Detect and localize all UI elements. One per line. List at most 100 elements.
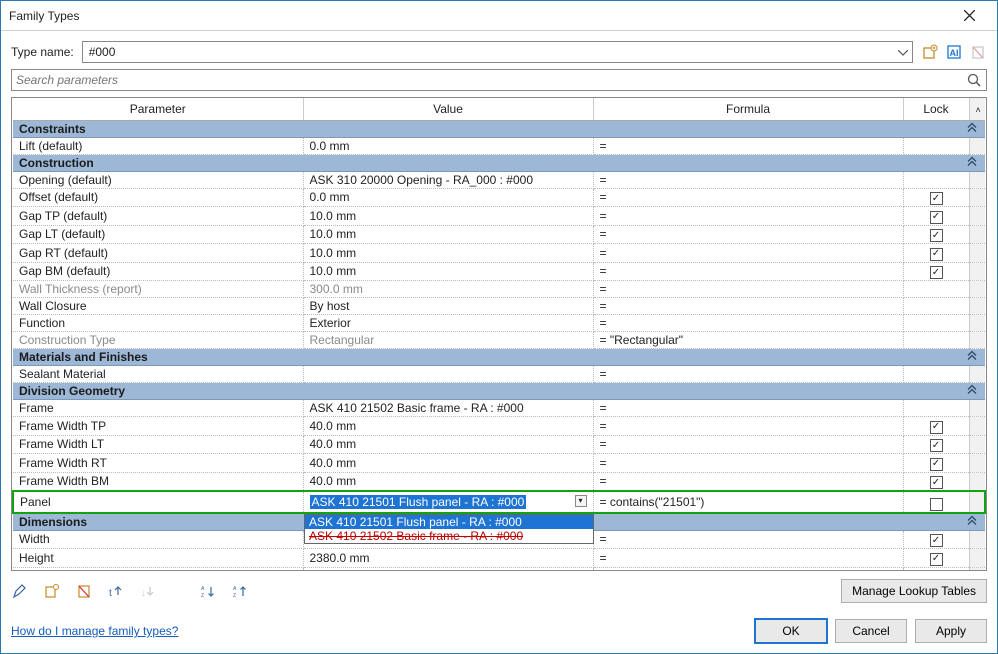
type-name-combo[interactable]: #000	[82, 41, 913, 63]
edit-parameter-icon[interactable]	[11, 582, 29, 600]
value-cell[interactable]: ASK 410 21501 Flush panel - RA : #000▾	[303, 491, 593, 513]
table-row[interactable]: FunctionExterior=	[13, 315, 985, 332]
value-cell[interactable]: 10.0 mm	[303, 225, 593, 244]
value-cell[interactable]: Exterior	[303, 315, 593, 332]
lock-checkbox[interactable]: ✓	[930, 266, 943, 279]
param-cell[interactable]: Wall Thickness (report)	[13, 281, 303, 298]
help-link[interactable]: How do I manage family types?	[11, 624, 178, 638]
col-value[interactable]: Value	[303, 98, 593, 120]
lock-checkbox[interactable]: ✓	[930, 192, 943, 205]
param-cell[interactable]: Gap TP (default)	[13, 207, 303, 226]
table-row[interactable]: Sealant Material=	[13, 366, 985, 383]
formula-cell[interactable]: =	[593, 207, 903, 226]
param-cell[interactable]: Lift (default)	[13, 137, 303, 154]
delete-parameter-icon[interactable]	[75, 582, 93, 600]
formula-cell[interactable]: = contains("21501")	[593, 491, 903, 513]
col-lock[interactable]: Lock	[903, 98, 969, 120]
group-header[interactable]: Constraints	[13, 120, 985, 137]
new-parameter-icon[interactable]	[43, 582, 61, 600]
lock-checkbox[interactable]	[930, 498, 943, 511]
value-cell[interactable]: 100.0 mm	[303, 567, 593, 571]
value-cell[interactable]	[303, 366, 593, 383]
table-row[interactable]: Frame Width RT40.0 mm=✓	[13, 454, 985, 473]
lock-cell[interactable]	[903, 171, 969, 188]
move-up-icon[interactable]: t	[107, 582, 125, 600]
lock-cell[interactable]: ✓	[903, 417, 969, 436]
param-cell[interactable]: Wall Closure	[13, 298, 303, 315]
lock-checkbox[interactable]: ✓	[930, 534, 943, 547]
lock-cell[interactable]	[903, 366, 969, 383]
value-cell[interactable]: ASK 310 20000 Opening - RA_000 : #000	[303, 171, 593, 188]
value-cell[interactable]: ASK 410 21502 Basic frame - RA : #000	[303, 400, 593, 417]
sort-descending-icon[interactable]: AZ	[231, 582, 249, 600]
table-row[interactable]: Gap LT (default)10.0 mm=✓	[13, 225, 985, 244]
value-cell[interactable]: 10.0 mm	[303, 244, 593, 263]
formula-cell[interactable]: =	[593, 225, 903, 244]
cancel-button[interactable]: Cancel	[835, 619, 907, 643]
value-cell[interactable]: 10.0 mm	[303, 207, 593, 226]
formula-cell[interactable]: =	[593, 454, 903, 473]
value-cell[interactable]: By host	[303, 298, 593, 315]
dropdown-item[interactable]: ASK 410 21502 Basic frame - RA : #000	[305, 529, 593, 543]
formula-cell[interactable]: = "Rectangular"	[593, 332, 903, 349]
formula-cell[interactable]: =	[593, 417, 903, 436]
group-header[interactable]: Construction	[13, 154, 985, 171]
formula-cell[interactable]: =	[593, 472, 903, 491]
lock-cell[interactable]	[903, 298, 969, 315]
lock-cell[interactable]	[903, 281, 969, 298]
formula-cell[interactable]: =	[593, 188, 903, 207]
collapse-icon[interactable]	[967, 515, 977, 528]
param-cell[interactable]: Height	[13, 549, 303, 568]
lock-cell[interactable]: ✓	[903, 472, 969, 491]
lock-checkbox[interactable]: ✓	[930, 553, 943, 566]
table-row[interactable]: Lift (default)0.0 mm=	[13, 137, 985, 154]
lock-cell[interactable]: ✓	[903, 262, 969, 281]
table-row[interactable]: Wall ClosureBy host=	[13, 298, 985, 315]
scroll-up-stub[interactable]: ˄	[969, 98, 985, 120]
param-cell[interactable]: Construction Type	[13, 332, 303, 349]
lock-cell[interactable]	[903, 491, 969, 513]
lock-checkbox[interactable]: ✓	[930, 458, 943, 471]
table-row[interactable]: Frame Width BM40.0 mm=✓	[13, 472, 985, 491]
table-row[interactable]: Gap TP (default)10.0 mm= ✓	[13, 207, 985, 226]
formula-cell[interactable]: =	[593, 262, 903, 281]
formula-cell[interactable]: =	[593, 315, 903, 332]
formula-cell[interactable]: =	[593, 171, 903, 188]
close-button[interactable]	[949, 2, 989, 30]
value-dropdown[interactable]: ASK 410 21501 Flush panel - RA : #000ASK…	[304, 514, 594, 544]
new-type-icon[interactable]: ✶	[921, 43, 939, 61]
param-cell[interactable]: Depth	[13, 567, 303, 571]
param-cell[interactable]: Gap LT (default)	[13, 225, 303, 244]
lock-cell[interactable]: ✓	[903, 567, 969, 571]
lock-cell[interactable]	[903, 332, 969, 349]
lock-cell[interactable]: ✓	[903, 435, 969, 454]
table-row[interactable]: FrameASK 410 21502 Basic frame - RA : #0…	[13, 400, 985, 417]
col-formula[interactable]: Formula	[593, 98, 903, 120]
formula-cell[interactable]: =	[593, 530, 903, 549]
param-cell[interactable]: Gap RT (default)	[13, 244, 303, 263]
value-cell[interactable]: 0.0 mm	[303, 137, 593, 154]
value-cell[interactable]: 40.0 mm	[303, 454, 593, 473]
chevron-down-icon[interactable]: ▾	[575, 495, 587, 507]
lock-cell[interactable]	[903, 315, 969, 332]
value-cell[interactable]: 40.0 mm	[303, 472, 593, 491]
collapse-icon[interactable]	[967, 351, 977, 364]
value-cell[interactable]: 40.0 mm	[303, 435, 593, 454]
rename-type-icon[interactable]: AI	[945, 43, 963, 61]
formula-cell[interactable]: =	[593, 435, 903, 454]
table-row[interactable]: Gap RT (default)10.0 mm=✓	[13, 244, 985, 263]
value-cell[interactable]: 2380.0 mm	[303, 549, 593, 568]
table-row[interactable]: Offset (default)0.0 mm=✓	[13, 188, 985, 207]
param-cell[interactable]: Function	[13, 315, 303, 332]
lock-checkbox[interactable]: ✓	[930, 211, 943, 224]
move-down-icon[interactable]: ↓	[139, 582, 157, 600]
collapse-icon[interactable]	[967, 156, 977, 169]
param-cell[interactable]: Offset (default)	[13, 188, 303, 207]
table-row[interactable]: Wall Thickness (report)300.0 mm=	[13, 281, 985, 298]
lock-checkbox[interactable]: ✓	[930, 476, 943, 489]
col-parameter[interactable]: Parameter	[13, 98, 303, 120]
manage-lookup-tables-button[interactable]: Manage Lookup Tables	[841, 579, 987, 603]
sort-ascending-icon[interactable]: AZ	[199, 582, 217, 600]
table-row[interactable]: PanelASK 410 21501 Flush panel - RA : #0…	[13, 491, 985, 513]
table-row[interactable]: Depth100.0 mm=✓	[13, 567, 985, 571]
